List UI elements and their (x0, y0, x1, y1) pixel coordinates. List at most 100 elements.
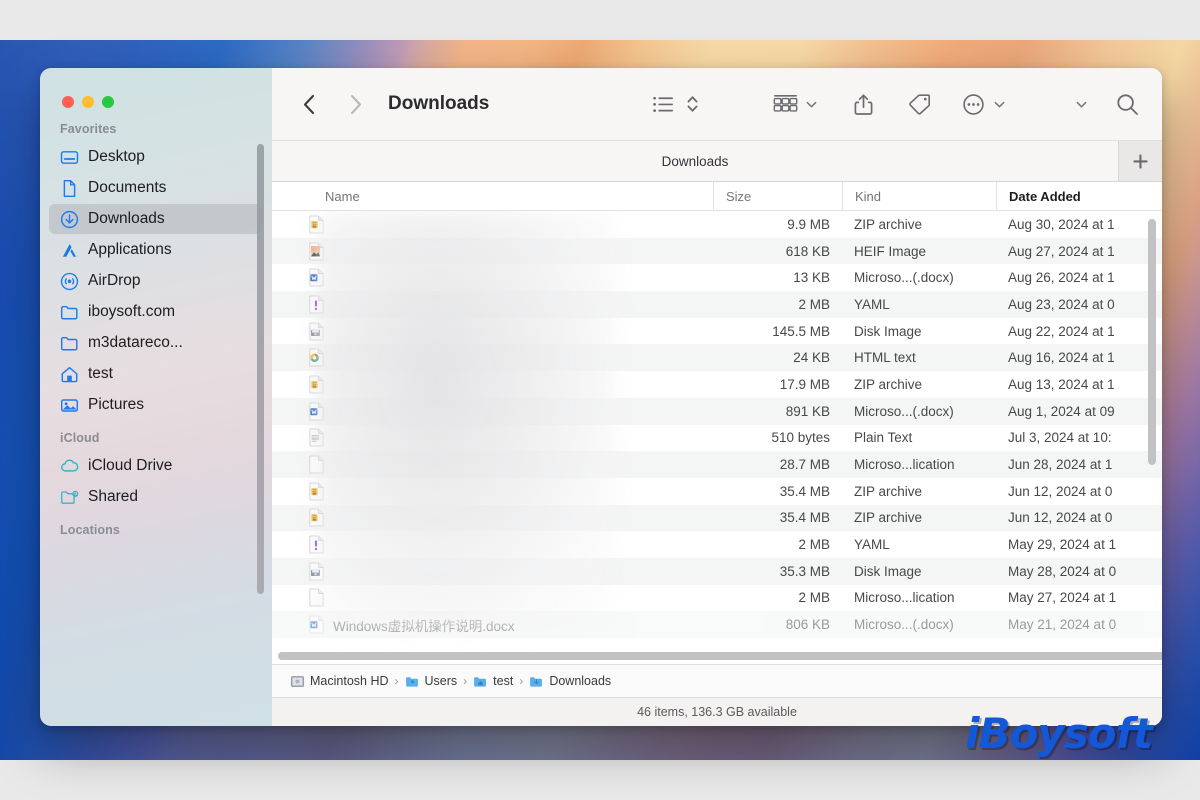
tab-label: Downloads (661, 153, 729, 169)
column-header-size[interactable]: Size (713, 182, 842, 210)
table-row[interactable]: 9.9 MB ZIP archive Aug 30, 2024 at 1 (272, 211, 1162, 238)
share-button[interactable] (846, 89, 880, 119)
sidebar-scrollbar[interactable] (257, 144, 264, 594)
close-window-button[interactable] (62, 96, 74, 108)
file-kind-cell: ZIP archive (854, 510, 923, 526)
folder-blue-icon (405, 676, 418, 687)
sidebar-item-airdrop[interactable]: AirDrop (49, 266, 262, 296)
table-row[interactable]: Windows虚拟机操作说明.docx 806 KB Microso...(.doc… (272, 611, 1162, 638)
table-row[interactable]: 17.9 MB ZIP archive Aug 13, 2024 at 1 (272, 371, 1162, 398)
column-header-name[interactable]: Name (272, 182, 713, 210)
sidebar-item-icloud-drive[interactable]: iCloud Drive (49, 451, 262, 481)
file-list[interactable]: 9.9 MB ZIP archive Aug 30, 2024 at 1 618 K… (272, 211, 1162, 664)
file-date-cell: Aug 23, 2024 at 0 (1008, 296, 1115, 312)
file-list-vertical-scrollbar[interactable] (1148, 219, 1156, 465)
new-tab-button[interactable] (1118, 141, 1162, 181)
table-row[interactable]: 2 MB YAML May 29, 2024 at 1 (272, 531, 1162, 558)
file-name (333, 377, 378, 392)
file-kind-cell: HEIF Image (854, 243, 927, 259)
finder-window: Favorites Desktop Documents Downloads Applic… (40, 68, 1162, 726)
back-button[interactable] (294, 89, 324, 119)
file-name-cell (272, 375, 713, 394)
breadcrumb-separator: › (519, 674, 524, 688)
table-row[interactable]: 891 KB Microso...(.docx) Aug 1, 2024 at 09 (272, 397, 1162, 425)
file-kind-cell: Microso...(.docx) (854, 617, 954, 633)
file-date-cell: Jun 28, 2024 at 1 (1008, 457, 1113, 473)
group-by-button[interactable] (770, 89, 800, 119)
column-header-date[interactable]: Date Added (996, 182, 1162, 210)
breadcrumb-macintosh-hd[interactable]: Macintosh HD (290, 674, 389, 689)
table-row[interactable]: 618 KB HEIF Image Aug 27, 2024 at 1 (272, 237, 1162, 265)
more-actions-dropdown[interactable] (988, 98, 1006, 111)
file-name (333, 324, 378, 339)
tag-button[interactable] (902, 89, 936, 119)
file-size-cell: 9.9 MB (787, 216, 830, 232)
file-name-cell (272, 215, 713, 234)
sort-order-button[interactable] (680, 89, 704, 119)
file-kind-cell: Disk Image (854, 563, 922, 579)
toolbar-overflow-dropdown[interactable] (1070, 98, 1088, 111)
table-row[interactable]: 35.3 MB Disk Image May 28, 2024 at 0 (272, 557, 1162, 585)
word-file-icon (309, 615, 324, 634)
zip-file-icon (309, 215, 324, 234)
document-icon (63, 179, 76, 197)
column-header-kind[interactable]: Kind (842, 182, 996, 210)
sidebar-item-applications[interactable]: Applications (49, 235, 262, 265)
file-name-cell (272, 348, 713, 367)
sidebar-item-iboysoft-com[interactable]: iboysoft.com (49, 297, 262, 327)
file-name-cell (272, 455, 713, 474)
group-by-dropdown[interactable] (800, 98, 818, 111)
more-actions-button[interactable] (958, 89, 988, 119)
screen-bottom-strip (0, 760, 1200, 800)
status-text: 46 items, 136.3 GB available (637, 705, 797, 719)
tab-downloads[interactable]: Downloads (272, 141, 1118, 181)
file-date-cell: May 21, 2024 at 0 (1008, 617, 1117, 633)
toolbar-folder-title: Downloads (388, 93, 490, 114)
sidebar-item-documents[interactable]: Documents (49, 173, 262, 203)
file-name-cell (272, 268, 713, 287)
table-row[interactable]: 145.5 MB Disk Image Aug 22, 2024 at 1 (272, 317, 1162, 345)
finder-tab-bar: Downloads (272, 140, 1162, 182)
file-size-cell: 2 MB (798, 590, 830, 606)
breadcrumb-users[interactable]: Users (405, 674, 458, 689)
sidebar-item-test[interactable]: test (49, 359, 262, 389)
file-name (333, 404, 378, 419)
table-row[interactable]: 13 KB Microso...(.docx) Aug 26, 2024 at 1 (272, 264, 1162, 292)
table-row[interactable]: 2 MB Microso...lication May 27, 2024 at 1 (272, 584, 1162, 612)
breadcrumb-downloads[interactable]: Downloads (529, 674, 611, 689)
minimize-window-button[interactable] (82, 96, 94, 108)
sidebar-item-desktop[interactable]: Desktop (49, 142, 262, 172)
sidebar-item-m3datareco[interactable]: m3datareco... (49, 328, 262, 358)
sidebar-item-shared[interactable]: Shared (49, 482, 262, 512)
file-name-cell (272, 562, 713, 581)
sidebar-item-downloads[interactable]: Downloads (49, 204, 262, 234)
folder-icon (60, 336, 78, 350)
file-date-cell: Aug 30, 2024 at 1 (1008, 216, 1115, 232)
file-size-cell: 35.4 MB (779, 510, 830, 526)
airdrop-icon (60, 272, 79, 290)
search-button[interactable] (1112, 89, 1142, 119)
screen-top-strip (0, 0, 1200, 40)
folder-icon (60, 305, 78, 319)
shared-folder-icon (61, 490, 79, 504)
chrome-file-icon (309, 348, 324, 367)
zoom-window-button[interactable] (102, 96, 114, 108)
sidebar-item-pictures[interactable]: Pictures (49, 390, 262, 420)
zip-file-icon (309, 482, 324, 501)
table-row[interactable]: 24 KB HTML text Aug 16, 2024 at 1 (272, 344, 1162, 372)
file-kind-cell: Microso...(.docx) (854, 403, 954, 419)
table-row[interactable]: 28.7 MB Microso...lication Jun 28, 2024 at… (272, 451, 1162, 478)
file-name (333, 297, 378, 312)
table-row[interactable]: 35.4 MB ZIP archive Jun 12, 2024 at 0 (272, 477, 1162, 505)
forward-button[interactable] (340, 89, 370, 119)
table-row[interactable]: 510 bytes Plain Text Jul 3, 2024 at 10: (272, 424, 1162, 452)
list-view-button[interactable] (648, 89, 678, 119)
blank-file-icon (309, 455, 324, 474)
file-list-horizontal-scrollbar[interactable] (278, 652, 1162, 660)
table-row[interactable]: 35.4 MB ZIP archive Jun 12, 2024 at 0 (272, 504, 1162, 532)
breadcrumb-label: Users (424, 674, 458, 688)
breadcrumb-test[interactable]: test (473, 674, 513, 689)
file-kind-cell: YAML (854, 296, 890, 312)
table-row[interactable]: 2 MB YAML Aug 23, 2024 at 0 (272, 291, 1162, 318)
breadcrumb-separator: › (394, 674, 399, 688)
